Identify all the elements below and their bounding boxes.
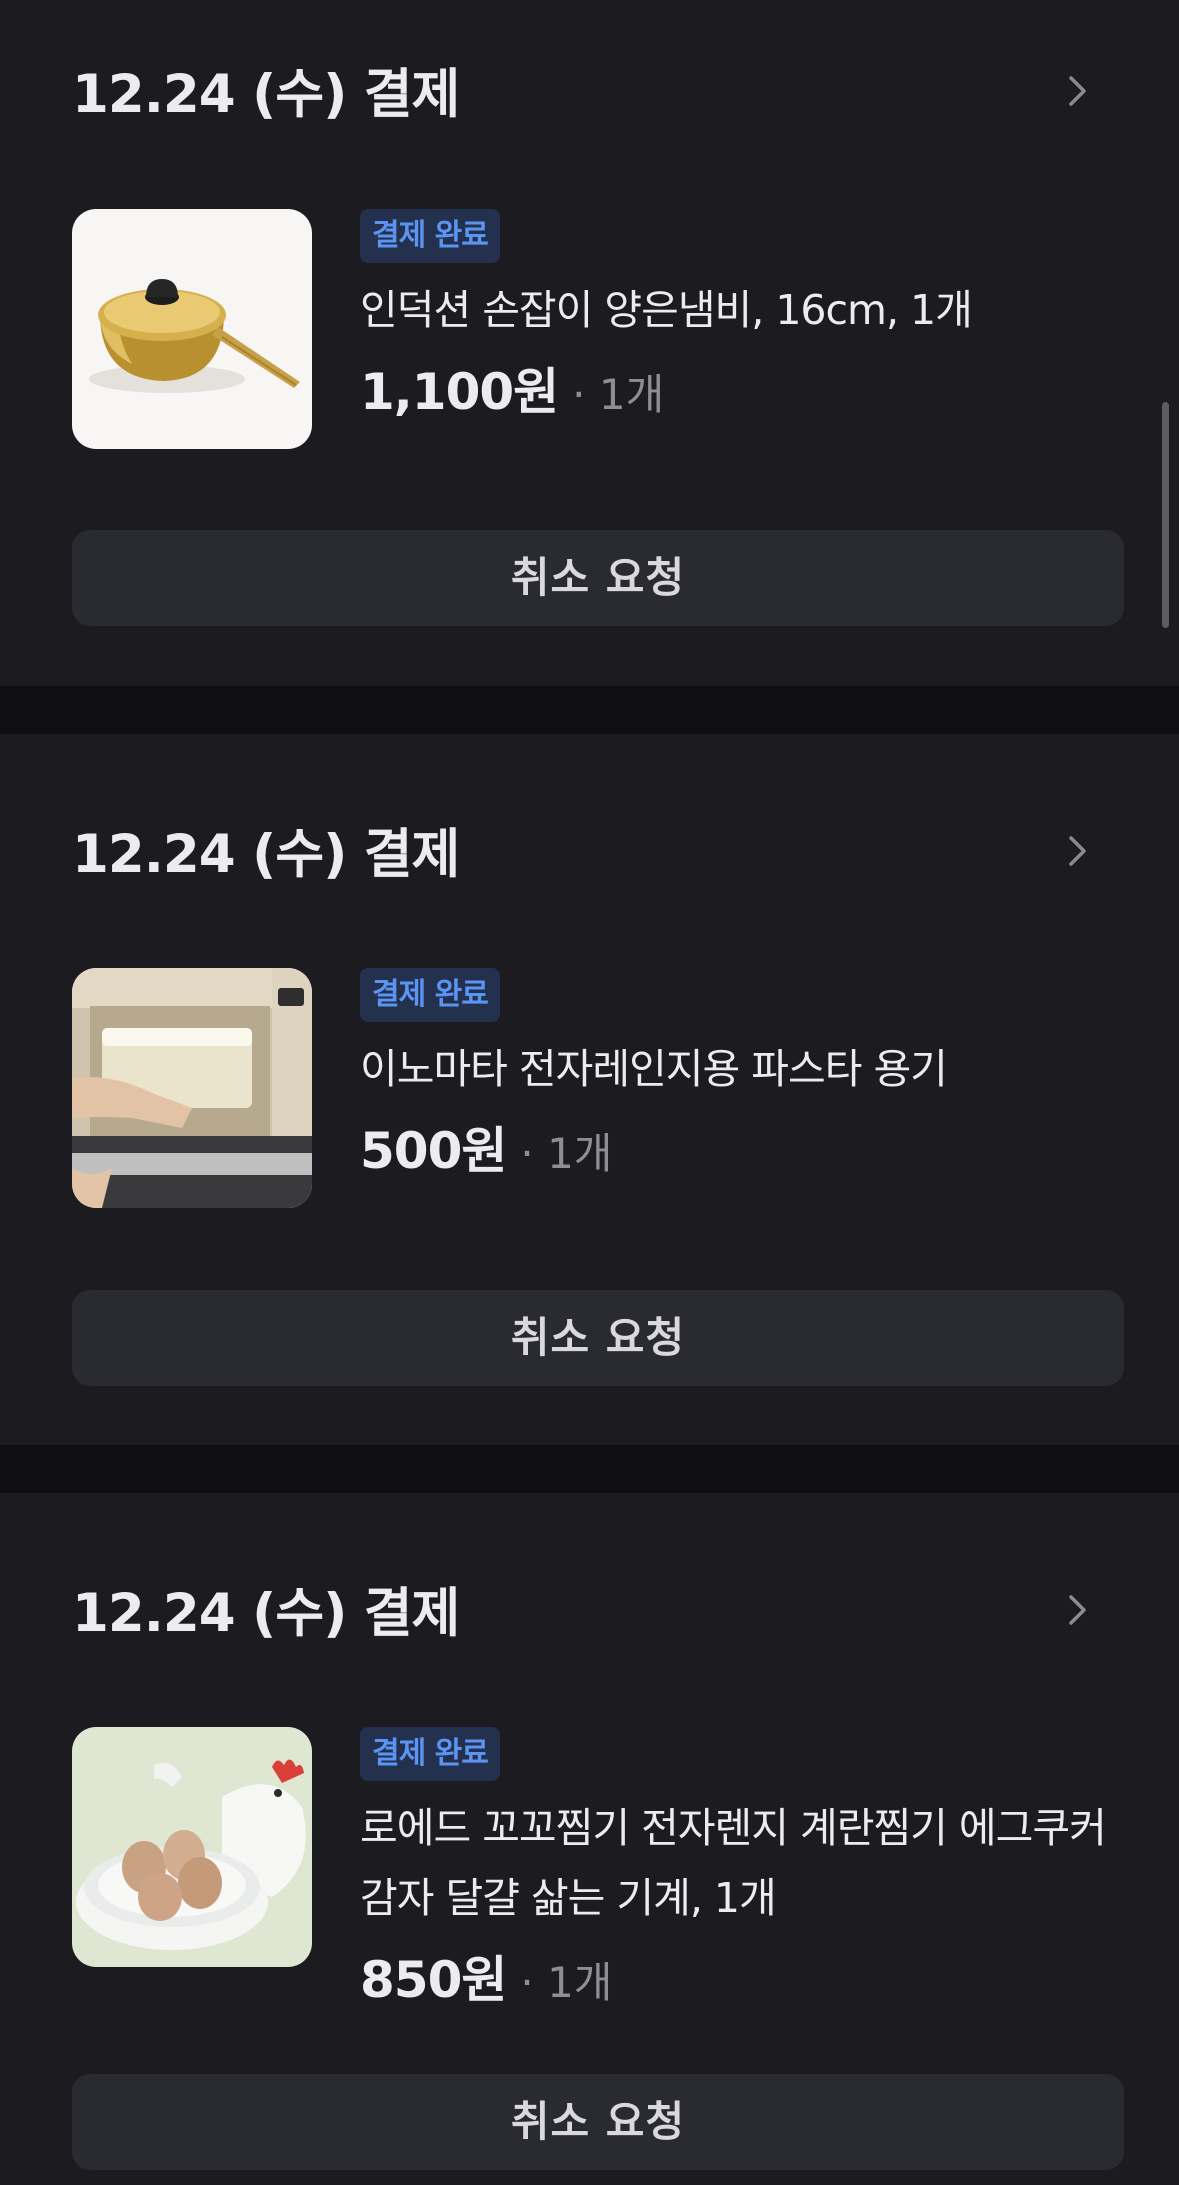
order-separator — [0, 1445, 1179, 1493]
price-row: 500원 · 1개 — [360, 1112, 1139, 1190]
order-separator — [0, 686, 1179, 734]
product-name[interactable]: 인덕션 손잡이 양은냄비, 16cm, 1개 — [360, 275, 1139, 345]
status-badge: 결제 완료 — [360, 1727, 500, 1781]
product-thumbnail[interactable] — [72, 209, 312, 449]
chevron-right-icon[interactable] — [1059, 73, 1095, 109]
product-price: 1,100원 — [360, 363, 559, 421]
chevron-right-icon[interactable] — [1059, 1592, 1095, 1628]
product-thumbnail[interactable] — [72, 1727, 312, 1967]
product-name[interactable]: 로에드 꼬꼬찜기 전자렌지 계란찜기 에그쿠커 감자 달걀 삶는 기계, 1개 — [360, 1793, 1120, 1933]
cancel-request-button[interactable]: 취소 요청 — [72, 530, 1124, 626]
microwave-pasta-container-image — [72, 968, 312, 1208]
order-date-title: 12.24 (수) 결제 — [72, 824, 460, 885]
product-name[interactable]: 이노마타 전자레인지용 파스타 용기 — [360, 1034, 1139, 1104]
order-header[interactable]: 12.24 (수) 결제 — [72, 55, 1107, 135]
cancel-request-button[interactable]: 취소 요청 — [72, 2074, 1124, 2170]
egg-cooker-image — [72, 1727, 312, 1967]
order-header[interactable]: 12.24 (수) 결제 — [72, 1574, 1107, 1654]
status-badge: 결제 완료 — [360, 968, 500, 1022]
product-info: 결제 완료 인덕션 손잡이 양은냄비, 16cm, 1개 1,100원 · 1개 — [360, 209, 1139, 431]
order-card: 12.24 (수) 결제 결제 완료 로에드 꼬꼬찜기 전자렌지 계란찜기 에그… — [0, 1493, 1179, 2185]
product-info: 결제 완료 이노마타 전자레인지용 파스타 용기 500원 · 1개 — [360, 968, 1139, 1190]
product-quantity: · 1개 — [572, 370, 665, 419]
order-card: 12.24 (수) 결제 결제 완료 이노마타 전자레인지용 파스타 용기 50… — [0, 734, 1179, 1445]
product-price: 500원 — [360, 1122, 507, 1180]
cancel-request-button[interactable]: 취소 요청 — [72, 1290, 1124, 1386]
chevron-right-icon[interactable] — [1059, 833, 1095, 869]
scrollbar[interactable] — [1162, 402, 1169, 628]
product-quantity: · 1개 — [520, 1958, 613, 2007]
order-card: 12.24 (수) 결제 결제 완료 인덕션 손잡이 양은냄비, 16cm, 1… — [0, 0, 1179, 686]
order-date-title: 12.24 (수) 결제 — [72, 64, 460, 125]
status-badge: 결제 완료 — [360, 209, 500, 263]
price-row: 850원 · 1개 — [360, 1941, 1139, 2019]
product-info: 결제 완료 로에드 꼬꼬찜기 전자렌지 계란찜기 에그쿠커 감자 달걀 삶는 기… — [360, 1727, 1139, 2019]
product-price: 850원 — [360, 1951, 507, 2009]
price-row: 1,100원 · 1개 — [360, 353, 1139, 431]
gold-saucepan-image — [72, 209, 312, 449]
product-thumbnail[interactable] — [72, 968, 312, 1208]
order-header[interactable]: 12.24 (수) 결제 — [72, 815, 1107, 895]
order-date-title: 12.24 (수) 결제 — [72, 1583, 460, 1644]
product-quantity: · 1개 — [520, 1129, 613, 1178]
